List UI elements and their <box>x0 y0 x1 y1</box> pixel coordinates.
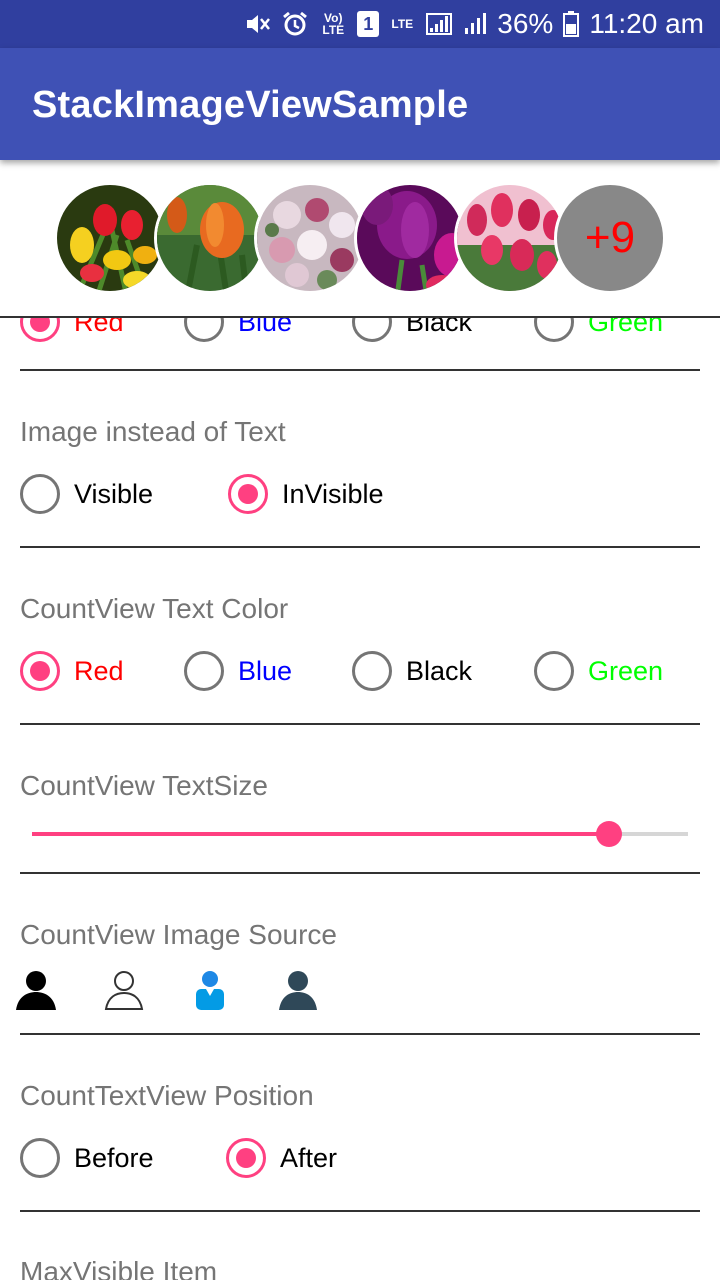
radio-label: Blue <box>238 655 293 686</box>
alarm-icon <box>281 10 309 38</box>
signal-2-icon <box>463 10 487 38</box>
radio-label: Black <box>406 655 473 686</box>
radio-label: Before <box>74 1142 154 1173</box>
battery-icon <box>563 10 580 38</box>
radio-circle[interactable] <box>184 651 224 691</box>
section-title-countview-color: CountView Text Color <box>20 593 289 624</box>
radio-label: Visible <box>74 478 154 509</box>
divider <box>20 723 700 725</box>
radio-label: Green <box>588 655 664 686</box>
section-title-max-visible: MaxVisible Item <box>20 1256 218 1280</box>
radio-circle[interactable] <box>20 318 60 342</box>
section-title-image-source: CountView Image Source <box>20 919 337 950</box>
radio-red[interactable]: Red <box>20 651 124 691</box>
status-bar: Vo) LTE 1 LTE 36% 11:20 am <box>0 0 720 48</box>
radio-before[interactable]: Before <box>20 1138 154 1178</box>
volte-icon: Vo) LTE <box>322 11 345 37</box>
radio-blue[interactable]: Blue <box>184 651 292 691</box>
person-blue-icon[interactable] <box>188 968 232 1012</box>
radio-blue-top[interactable]: Blue <box>184 318 292 342</box>
sim-icon: 1 <box>357 11 380 37</box>
radio-black-top[interactable]: Black <box>352 318 472 342</box>
textsize-slider[interactable] <box>32 821 688 847</box>
slider-thumb[interactable] <box>596 821 622 847</box>
radio-circle[interactable] <box>20 474 60 514</box>
divider <box>20 872 700 874</box>
radio-circle[interactable] <box>534 318 574 342</box>
radio-circle[interactable] <box>352 651 392 691</box>
radio-visible[interactable]: Visible <box>20 474 153 514</box>
radio-label: After <box>280 1142 338 1173</box>
lte-icon: LTE <box>391 17 414 31</box>
pink-tulips-image[interactable] <box>454 182 566 294</box>
person-slate-icon[interactable] <box>276 968 320 1012</box>
radio-circle[interactable] <box>20 1138 60 1178</box>
radio-label: Red <box>74 655 124 686</box>
section-title-textsize: CountView TextSize <box>20 770 268 801</box>
radio-circle[interactable] <box>352 318 392 342</box>
divider <box>20 1033 700 1035</box>
signal-1-icon <box>425 10 453 38</box>
section-title-image-instead: Image instead of Text <box>20 416 286 447</box>
radio-label: Red <box>74 318 124 337</box>
divider <box>20 1210 700 1212</box>
radio-label: Green <box>588 318 664 337</box>
section-title-position: CountTextView Position <box>20 1080 314 1111</box>
radio-label: Black <box>406 318 473 337</box>
flower-bouquet-image[interactable] <box>254 182 366 294</box>
radio-circle[interactable] <box>20 651 60 691</box>
radio-green[interactable]: Green <box>534 651 663 691</box>
orange-tulip-image[interactable] <box>154 182 266 294</box>
person-black-icon[interactable] <box>14 968 58 1012</box>
radio-label: InVisible <box>282 478 384 509</box>
radio-circle[interactable] <box>534 651 574 691</box>
clock: 11:20 am <box>589 8 704 39</box>
radio-black[interactable]: Black <box>352 651 472 691</box>
settings-content[interactable]: Red Blue Black Green Image instead of Te… <box>0 318 720 1280</box>
radio-circle[interactable] <box>228 474 268 514</box>
count-view[interactable]: +9 <box>554 182 666 294</box>
tulips-bouquet-image[interactable] <box>54 182 166 294</box>
divider <box>20 369 700 371</box>
stack-image-view: +9 <box>0 160 720 318</box>
battery-percent: 36% <box>497 8 554 39</box>
purple-tulips-image[interactable] <box>354 182 466 294</box>
radio-label: Blue <box>238 318 293 337</box>
app-title: StackImageViewSample <box>32 84 469 126</box>
radio-green-top[interactable]: Green <box>534 318 663 342</box>
divider <box>20 546 700 548</box>
radio-invisible[interactable]: InVisible <box>228 474 384 514</box>
app-bar: StackImageViewSample <box>0 48 720 160</box>
radio-after[interactable]: After <box>226 1138 337 1178</box>
radio-circle[interactable] <box>184 318 224 342</box>
person-outline-icon[interactable] <box>102 968 146 1012</box>
mute-icon <box>243 10 271 38</box>
slider-fill <box>32 832 609 836</box>
radio-circle[interactable] <box>226 1138 266 1178</box>
radio-red-top[interactable]: Red <box>20 318 124 342</box>
